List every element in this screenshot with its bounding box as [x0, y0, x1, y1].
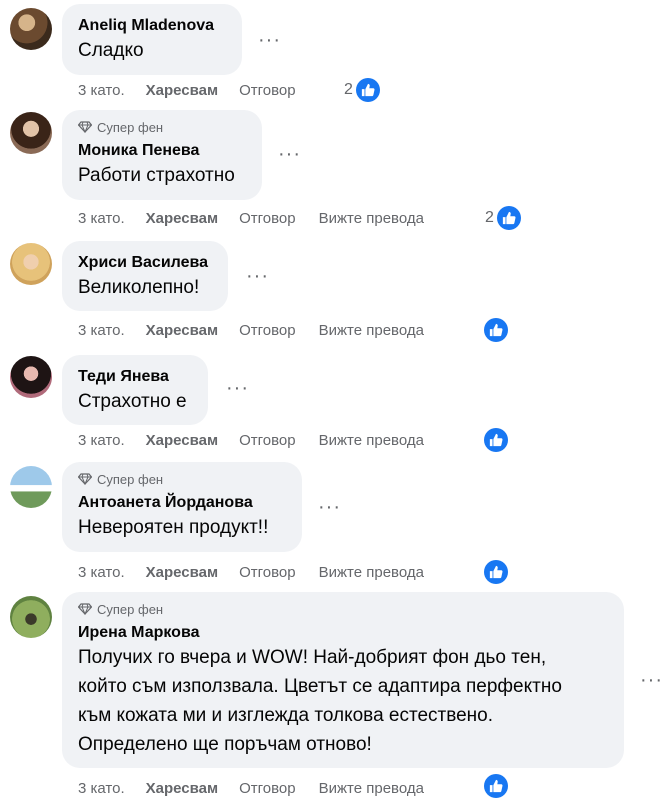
more-options-icon[interactable]: ··· [278, 144, 301, 164]
comment-time[interactable]: 3 като. [78, 564, 125, 581]
super-fan-label: Супер фен [97, 471, 164, 487]
comment-actions: 3 като. Харесвам Отговор Вижте превода [78, 561, 424, 583]
comment-text: Невероятен продукт!! [78, 517, 269, 538]
avatar[interactable] [10, 356, 52, 398]
like-button[interactable]: Харесвам [146, 322, 218, 339]
like-reaction-icon [484, 774, 508, 798]
like-reaction-icon [484, 428, 508, 452]
more-options-icon[interactable]: ··· [226, 378, 249, 398]
avatar[interactable] [10, 596, 52, 638]
comment-actions: 3 като. Харесвам Отговор Вижте превода [78, 429, 424, 451]
like-button[interactable]: Харесвам [146, 210, 218, 227]
like-reaction-icon [355, 78, 380, 102]
comment-bubble: Aneliq Mladenova Сладко [62, 4, 242, 75]
see-translation-link[interactable]: Вижте превода [319, 780, 424, 797]
comment-author[interactable]: Антоанета Йорданова [78, 493, 286, 513]
more-options-icon[interactable]: ··· [258, 30, 281, 50]
comment-text: Страхотно е [78, 391, 187, 412]
reaction-number: 2 [485, 209, 494, 226]
avatar[interactable] [10, 466, 52, 508]
more-options-icon[interactable]: ··· [246, 266, 269, 286]
comment-bubble: Хриси Василева Великолепно! [62, 241, 228, 311]
super-fan-badge: Супер фен [78, 119, 246, 135]
comment-text: Работи страхотно [78, 165, 235, 186]
comment-text-line: Получих го вчера и WOW! Най-добрият фон … [78, 647, 547, 668]
comment-author[interactable]: Ирена Маркова [78, 623, 608, 643]
avatar[interactable] [10, 112, 52, 154]
more-options-icon[interactable]: ··· [318, 497, 341, 517]
super-fan-label: Супер фен [97, 601, 164, 617]
see-translation-link[interactable]: Вижте превода [319, 210, 424, 227]
avatar[interactable] [10, 243, 52, 285]
comment-text-line: Определено ще поръчам отново! [78, 734, 372, 755]
reply-button[interactable]: Отговор [239, 82, 296, 99]
comment-time[interactable]: 3 като. [78, 82, 125, 99]
comment-bubble: Супер фен Моника Пенева Работи страхотно [62, 110, 262, 200]
comment-bubble: Супер фен Антоанета Йорданова Невероятен… [62, 462, 302, 552]
comment-author[interactable]: Хриси Василева [78, 253, 212, 273]
like-reaction-icon [484, 560, 508, 584]
reactions-count[interactable] [484, 560, 508, 584]
comment-text: Великолепно! [78, 277, 200, 298]
see-translation-link[interactable]: Вижте превода [319, 564, 424, 581]
diamond-icon [78, 603, 92, 615]
comment-author[interactable]: Теди Янева [78, 367, 192, 387]
comment-time[interactable]: 3 като. [78, 780, 125, 797]
more-options-icon[interactable]: ··· [640, 670, 663, 690]
like-reaction-icon [484, 318, 508, 342]
diamond-icon [78, 473, 92, 485]
reply-button[interactable]: Отговор [239, 780, 296, 797]
comment-time[interactable]: 3 като. [78, 322, 125, 339]
comment-time[interactable]: 3 като. [78, 210, 125, 227]
comment-author[interactable]: Моника Пенева [78, 141, 246, 161]
comment-text: Сладко [78, 40, 144, 61]
comment-text-line: към кожата ми и изглежда толкова естеств… [78, 705, 494, 726]
comment-author[interactable]: Aneliq Mladenova [78, 16, 226, 36]
reply-button[interactable]: Отговор [239, 210, 296, 227]
reply-button[interactable]: Отговор [239, 322, 296, 339]
super-fan-badge: Супер фен [78, 601, 608, 617]
reactions-count[interactable]: 2 [344, 78, 380, 102]
comment-actions: 3 като. Харесвам Отговор Вижте превода [78, 319, 424, 341]
reply-button[interactable]: Отговор [239, 564, 296, 581]
like-button[interactable]: Харесвам [146, 780, 218, 797]
comment-text-line: който съм използвала. Цветът се адаптира… [78, 676, 562, 697]
reactions-count[interactable] [484, 774, 508, 798]
reactions-count[interactable] [484, 428, 508, 452]
super-fan-badge: Супер фен [78, 471, 286, 487]
see-translation-link[interactable]: Вижте превода [319, 432, 424, 449]
diamond-icon [78, 121, 92, 133]
comment-actions: 3 като. Харесвам Отговор [78, 79, 319, 101]
see-translation-link[interactable]: Вижте превода [319, 322, 424, 339]
reply-button[interactable]: Отговор [239, 432, 296, 449]
like-button[interactable]: Харесвам [146, 82, 218, 99]
reactions-count[interactable]: 2 [485, 206, 521, 230]
comment-bubble: Супер фен Ирена Маркова Получих го вчера… [62, 592, 624, 768]
avatar[interactable] [10, 8, 52, 50]
reactions-count[interactable] [484, 318, 508, 342]
reaction-number: 2 [344, 81, 353, 98]
super-fan-label: Супер фен [97, 119, 164, 135]
like-reaction-icon [496, 206, 521, 230]
like-button[interactable]: Харесвам [146, 564, 218, 581]
comment-time[interactable]: 3 като. [78, 432, 125, 449]
comment-actions: 3 като. Харесвам Отговор Вижте превода [78, 207, 424, 229]
like-button[interactable]: Харесвам [146, 432, 218, 449]
comment-bubble: Теди Янева Страхотно е [62, 355, 208, 425]
comment-actions: 3 като. Харесвам Отговор Вижте превода [78, 777, 424, 799]
